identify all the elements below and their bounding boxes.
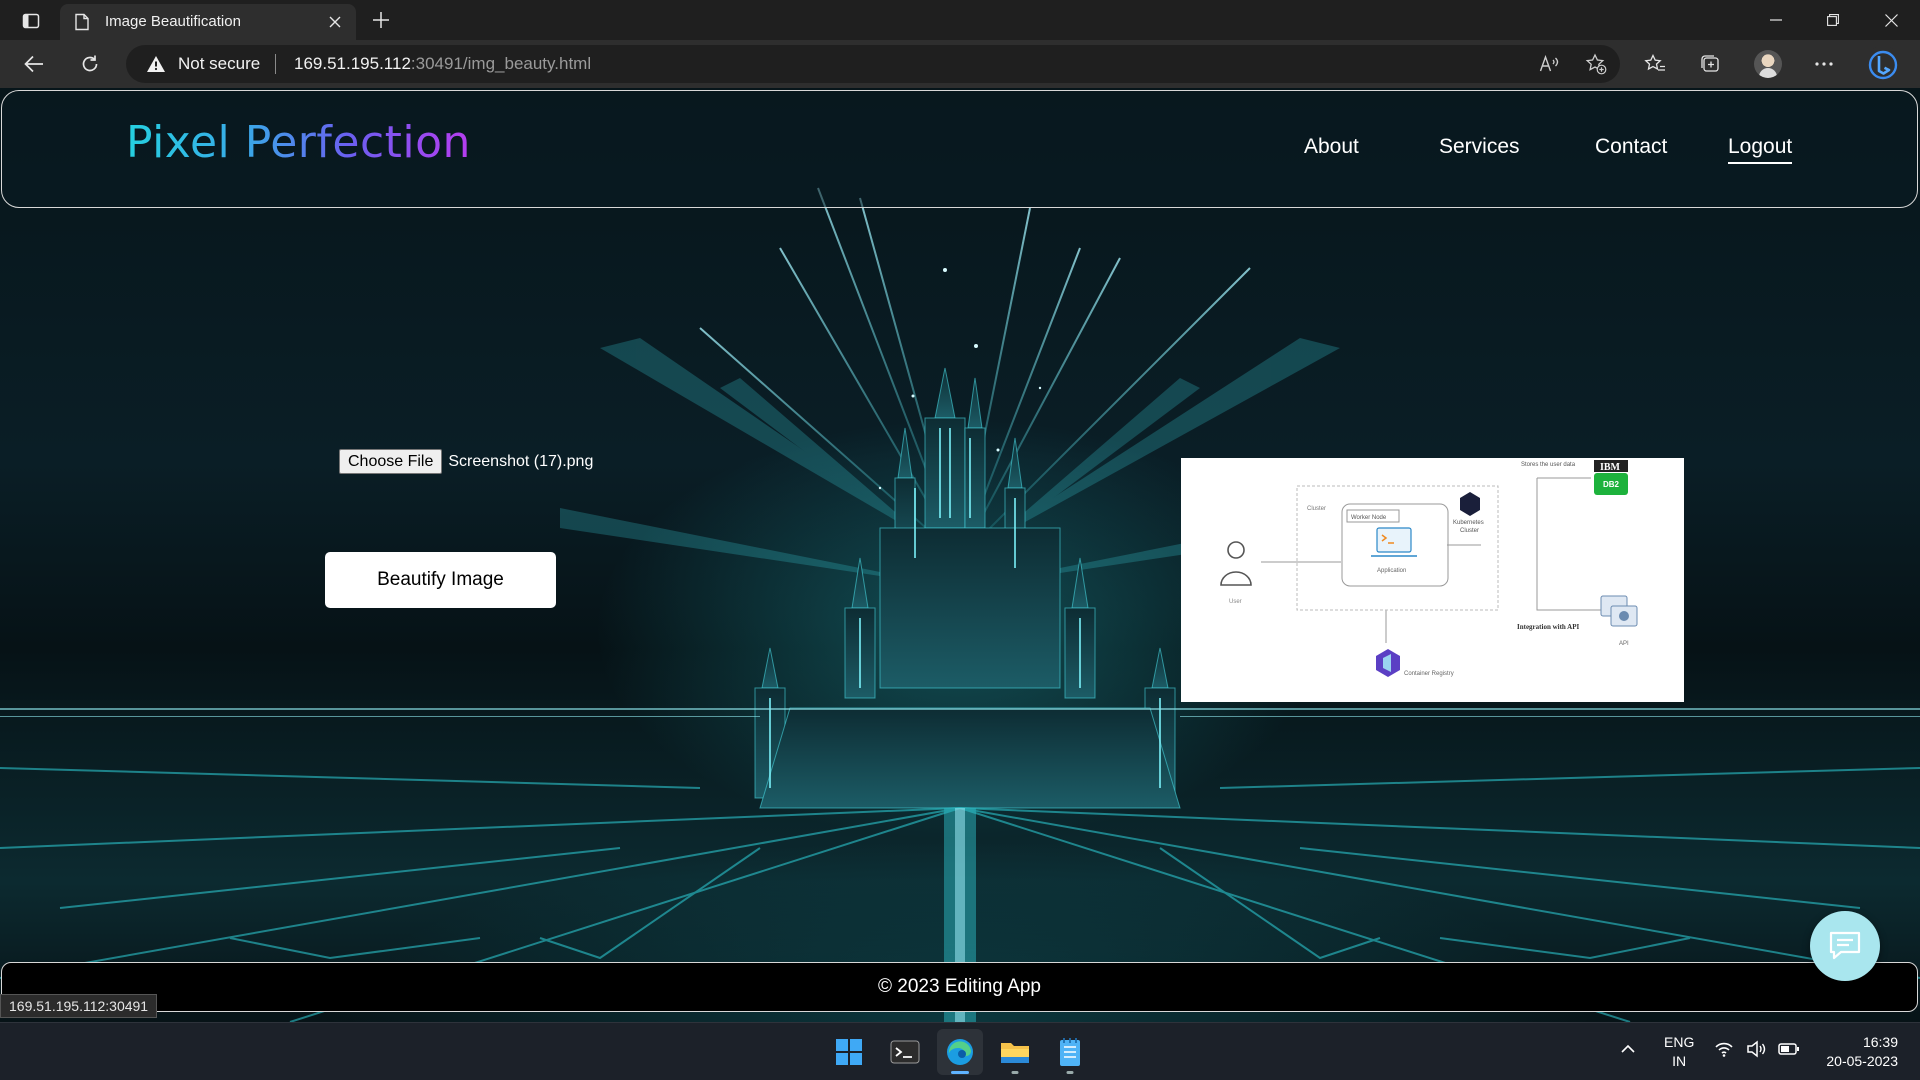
choose-file-button[interactable]: Choose File (339, 449, 443, 474)
notepad-taskbar-button[interactable] (1047, 1029, 1093, 1075)
folder-icon (1001, 1043, 1029, 1063)
start-button[interactable] (826, 1029, 872, 1075)
refresh-icon (82, 55, 98, 72)
more-horizontal-icon (1815, 62, 1833, 66)
tab-close-button[interactable] (324, 11, 346, 33)
diagram-application-label: Application (1377, 568, 1406, 574)
uploaded-image-preview: User Cluster Worker Node Application Kub… (1181, 458, 1684, 702)
volume-icon (1747, 1040, 1766, 1058)
active-app-indicator (951, 1071, 969, 1074)
add-favorite-button[interactable] (1582, 52, 1610, 76)
favorites-button[interactable] (1638, 48, 1672, 80)
url-text[interactable]: 169.51.195.112:30491/img_beauty.html (294, 54, 591, 74)
diagram-stores-label: Stores the user data (1521, 462, 1576, 468)
clock-time: 16:39 (1862, 1034, 1898, 1050)
diagram-cluster-label: Cluster (1307, 506, 1326, 512)
diagram-integration-label: Integration with API (1517, 623, 1580, 631)
db2-label: DB2 (1603, 480, 1620, 489)
diagram-kubernetes-label: Kubernetes (1453, 520, 1484, 526)
read-aloud-button[interactable] (1536, 52, 1564, 76)
region-code: IN (1672, 1053, 1687, 1069)
more-options-button[interactable] (1807, 48, 1841, 80)
system-tray-icons[interactable] (1714, 1040, 1800, 1058)
close-window-button[interactable] (1863, 0, 1919, 40)
nav-about-link[interactable]: About (1304, 135, 1359, 159)
new-tab-button[interactable] (368, 7, 394, 33)
profile-avatar[interactable] (1754, 50, 1782, 78)
file-explorer-taskbar-button[interactable] (992, 1029, 1038, 1075)
security-label[interactable]: Not secure (178, 54, 260, 74)
windows-taskbar: ENG IN 16:39 20-05-2023 (0, 1022, 1920, 1080)
minimize-icon (1770, 19, 1782, 21)
minimize-button[interactable] (1748, 0, 1804, 40)
wifi-icon (1715, 1042, 1733, 1057)
show-hidden-icons-button[interactable] (1620, 1039, 1636, 1058)
close-icon (1884, 13, 1898, 27)
diagram-kubernetes-cluster-label: Cluster (1460, 528, 1479, 534)
windows-logo-icon (836, 1039, 862, 1065)
browser-tab-bar: Image Beautification (0, 0, 1920, 40)
running-app-indicator (1066, 1071, 1074, 1074)
diagram-user-label: User (1229, 599, 1242, 605)
beautify-image-button[interactable]: Beautify Image (325, 552, 556, 608)
language-indicator[interactable]: ENG IN (1664, 1033, 1694, 1071)
close-icon (329, 16, 341, 28)
refresh-button[interactable] (73, 48, 107, 80)
ibm-logo-text: IBM (1600, 462, 1621, 473)
collections-icon (1701, 55, 1719, 72)
architecture-diagram-image: User Cluster Worker Node Application Kub… (1181, 458, 1684, 702)
restore-icon (1827, 14, 1839, 26)
site-navbar: Pixel Perfection About Services Contact … (1, 90, 1918, 208)
notepad-icon (1060, 1038, 1080, 1066)
nav-contact-link[interactable]: Contact (1595, 135, 1667, 159)
file-input[interactable]: Choose File Screenshot (17).png (339, 449, 593, 474)
star-add-icon (1585, 53, 1607, 75)
terminal-taskbar-button[interactable] (882, 1029, 928, 1075)
url-separator (275, 54, 276, 74)
chat-button[interactable] (1810, 911, 1880, 981)
back-button[interactable] (17, 48, 51, 80)
warning-icon (147, 56, 165, 72)
system-clock[interactable]: 16:39 20-05-2023 (1826, 1033, 1898, 1071)
tab-actions-icon (22, 13, 40, 29)
bing-icon (1868, 50, 1898, 80)
page-viewport: Pixel Perfection About Services Contact … (0, 88, 1920, 1022)
language-code: ENG (1664, 1034, 1695, 1050)
footer-copyright: © 2023 Editing App (878, 976, 1041, 997)
address-bar[interactable]: Not secure 169.51.195.112:30491/img_beau… (126, 45, 1620, 83)
browser-tab[interactable]: Image Beautification (60, 4, 356, 40)
restore-button[interactable] (1805, 0, 1861, 40)
browser-toolbar: Not secure 169.51.195.112:30491/img_beau… (0, 40, 1920, 88)
battery-icon (1778, 1043, 1799, 1055)
arrow-left-icon (24, 55, 43, 73)
tab-title: Image Beautification (105, 13, 241, 30)
chat-icon (1829, 931, 1861, 960)
read-aloud-icon (1539, 55, 1559, 72)
plus-icon (373, 12, 389, 28)
application-icon (1371, 527, 1417, 557)
tab-actions-button[interactable] (14, 8, 48, 34)
edge-icon (947, 1039, 973, 1065)
diagram-api-label: API (1619, 641, 1629, 647)
bing-chat-button[interactable] (1864, 46, 1902, 84)
page-icon (75, 13, 89, 31)
brand-logo-text[interactable]: Pixel Perfection (126, 117, 471, 168)
diagram-worker-node-label: Worker Node (1351, 515, 1387, 521)
chevron-up-icon (1621, 1044, 1635, 1053)
nav-logout-link[interactable]: Logout (1728, 135, 1793, 164)
edge-taskbar-button[interactable] (937, 1029, 983, 1075)
nav-services-link[interactable]: Services (1439, 135, 1520, 159)
diagram-registry-label: Container Registry (1404, 671, 1454, 677)
clock-date: 20-05-2023 (1826, 1053, 1898, 1069)
url-path: :30491/img_beauty.html (410, 54, 592, 73)
terminal-icon (890, 1040, 920, 1064)
running-app-indicator (1011, 1071, 1019, 1074)
selected-file-name: Screenshot (17).png (448, 452, 594, 470)
status-bar-url: 169.51.195.112:30491 (0, 994, 158, 1018)
url-host: 169.51.195.112 (294, 54, 411, 73)
favorites-icon (1644, 54, 1665, 71)
site-footer: © 2023 Editing App (1, 962, 1918, 1012)
collections-button[interactable] (1693, 48, 1727, 80)
